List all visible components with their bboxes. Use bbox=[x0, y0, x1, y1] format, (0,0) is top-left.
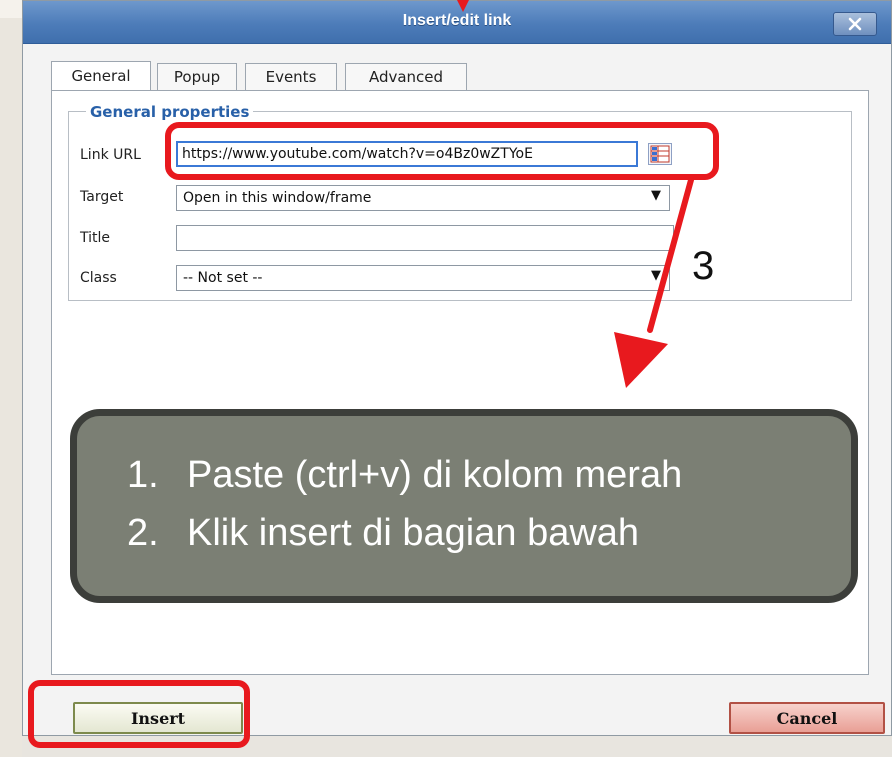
class-select-value: -- Not set -- bbox=[183, 270, 263, 286]
background-strip bbox=[0, 0, 22, 757]
link-url-label: Link URL bbox=[80, 147, 141, 163]
chevron-down-icon: ▼ bbox=[651, 188, 661, 203]
tab-advanced[interactable]: Advanced bbox=[345, 63, 467, 91]
dialog-titlebar[interactable]: Insert/edit link bbox=[23, 1, 891, 44]
instruction-text: Klik insert di bagian bawah bbox=[187, 512, 640, 554]
class-select[interactable]: -- Not set -- ▼ bbox=[176, 265, 670, 291]
close-x-icon bbox=[848, 17, 862, 31]
insert-highlight-box bbox=[28, 680, 250, 748]
title-input[interactable] bbox=[176, 225, 674, 251]
instruction-text: Paste (ctrl+v) di kolom merah bbox=[187, 454, 683, 496]
target-label: Target bbox=[80, 189, 124, 205]
chevron-down-icon: ▼ bbox=[651, 268, 661, 283]
background-corner bbox=[0, 0, 22, 18]
instruction-number: 2. bbox=[127, 512, 159, 554]
dialog-title: Insert/edit link bbox=[402, 12, 512, 29]
close-button[interactable] bbox=[833, 12, 877, 36]
tab-popup[interactable]: Popup bbox=[157, 63, 237, 91]
instruction-line-2: 2. Klik insert di bagian bawah bbox=[127, 512, 639, 555]
step-number: 3 bbox=[692, 244, 715, 288]
cancel-button[interactable]: Cancel bbox=[729, 702, 885, 734]
instruction-number: 1. bbox=[127, 454, 159, 496]
target-select-value: Open in this window/frame bbox=[183, 190, 372, 206]
title-label: Title bbox=[80, 230, 111, 246]
instruction-line-1: 1. Paste (ctrl+v) di kolom merah bbox=[127, 454, 682, 497]
url-highlight-box bbox=[165, 122, 719, 180]
target-select[interactable]: Open in this window/frame ▼ bbox=[176, 185, 670, 211]
tab-general[interactable]: General bbox=[51, 61, 151, 91]
tab-events[interactable]: Events bbox=[245, 63, 337, 91]
general-properties-legend: General properties bbox=[86, 103, 254, 121]
instruction-callout: 1. Paste (ctrl+v) di kolom merah 2. Klik i… bbox=[70, 409, 858, 603]
insert-edit-link-dialog: Insert/edit link General Popup Events Ad… bbox=[22, 0, 892, 736]
class-label: Class bbox=[80, 270, 117, 286]
